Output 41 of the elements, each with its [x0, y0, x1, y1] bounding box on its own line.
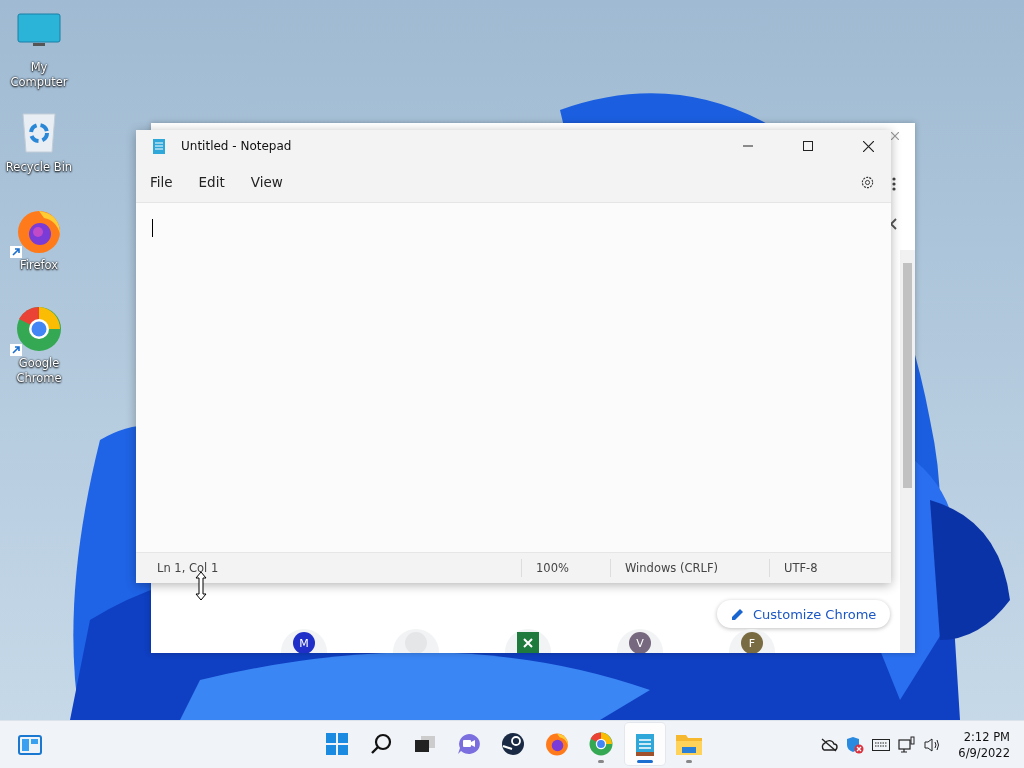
date-text: 6/9/2022: [958, 745, 1010, 761]
notepad-icon: [636, 732, 654, 756]
chrome-icon: [589, 732, 613, 756]
window-title: Untitled - Notepad: [181, 139, 292, 153]
menu-item[interactable]: File: [150, 174, 173, 190]
pencil-icon: [731, 607, 745, 621]
menu-item[interactable]: View: [250, 174, 283, 190]
chrome-icon[interactable]: [16, 306, 62, 352]
firefox-icon[interactable]: [16, 208, 62, 254]
keyboard-icon[interactable]: [872, 739, 891, 751]
cloud-offline-icon[interactable]: [820, 738, 839, 752]
status-text: 100%: [521, 559, 610, 577]
status-text: Ln 1, Col 1: [156, 560, 220, 577]
more-menu-icon[interactable]: [892, 177, 896, 191]
task-view-icon: [415, 736, 435, 752]
settings-icon[interactable]: [860, 174, 875, 190]
shortcut-avatar[interactable]: F: [741, 632, 763, 653]
menu-item[interactable]: Edit: [198, 174, 225, 190]
customize-chrome-button[interactable]: Customize Chrome: [717, 600, 891, 628]
windows-logo-icon: [326, 733, 348, 755]
chevron-left-icon[interactable]: [889, 218, 897, 230]
widgets-icon[interactable]: [18, 735, 42, 755]
scrollbar[interactable]: [900, 250, 915, 653]
security-shield-icon[interactable]: [846, 736, 865, 754]
network-icon[interactable]: [898, 736, 917, 754]
steam-icon: [501, 732, 525, 756]
clock[interactable]: 2:12 PM 6/9/2022: [958, 729, 1010, 761]
status-text: Windows (CRLF): [610, 559, 769, 577]
close-icon[interactable]: [863, 140, 874, 152]
folder-icon: [676, 733, 702, 755]
shortcut-avatar[interactable]: M: [293, 632, 315, 653]
firefox-icon: [545, 732, 569, 756]
recycle-bin-icon[interactable]: [21, 112, 57, 154]
video-chat-icon: [457, 733, 481, 755]
time-text: 2:12 PM: [963, 729, 1010, 745]
search-icon: [370, 733, 392, 755]
spreadsheet-icon[interactable]: [517, 632, 539, 653]
maximize-icon[interactable]: [803, 141, 813, 151]
shortcut-avatar[interactable]: V: [629, 632, 651, 653]
notepad-icon: [153, 138, 165, 154]
status-text: UTF-8: [769, 559, 888, 577]
